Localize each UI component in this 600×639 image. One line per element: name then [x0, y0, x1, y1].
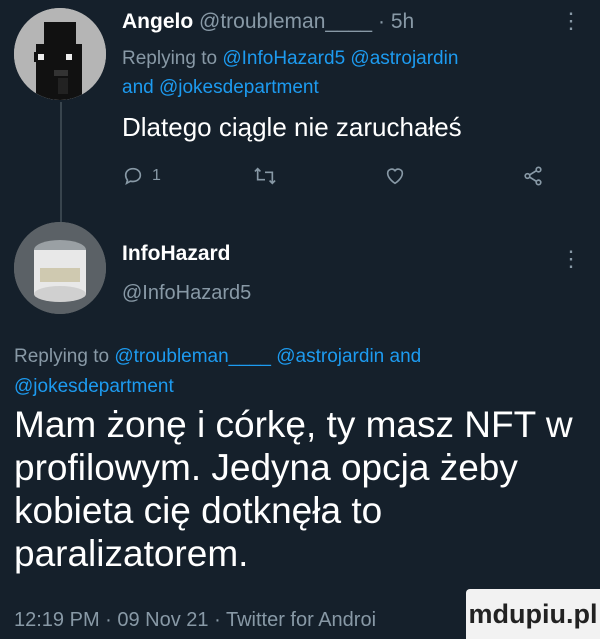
main-replying-to: Replying to @troubleman____ @astrojardin… [14, 342, 574, 402]
main-replying-mentions[interactable]: @troubleman____ @astrojardin [114, 346, 384, 367]
share-icon [524, 166, 542, 186]
reply-more-icon[interactable]: ⋮ [560, 8, 582, 34]
reply-replying-mentions[interactable]: @InfoHazard5 @astrojardin [222, 48, 458, 69]
reply-replying-last[interactable]: @jokesdepartment [159, 77, 319, 98]
share-button[interactable] [522, 165, 544, 187]
thread-connector-line [60, 102, 62, 222]
main-tweet-text: Mam żonę i córkę, ty masz NFT w profilow… [14, 404, 573, 574]
main-replying-last[interactable]: @jokesdepartment [14, 376, 174, 397]
reply-button[interactable]: 1 [122, 165, 161, 187]
retweet-button[interactable] [252, 165, 278, 187]
reply-tweet-text: Dlatego ciągle nie zaruchałeś [122, 112, 462, 142]
reply-icon [124, 167, 142, 186]
main-more-icon[interactable]: ⋮ [560, 246, 582, 272]
reply-replying-to: Replying to @InfoHazard5 @astrojardin an… [122, 44, 574, 102]
main-replying-and: and [389, 346, 422, 367]
main-display-name[interactable]: InfoHazard [122, 242, 231, 266]
angelo-avatar[interactable] [14, 8, 106, 100]
infohazard-avatar[interactable] [14, 222, 106, 314]
reply-time[interactable]: 5h [391, 10, 414, 33]
reply-count: 1 [152, 167, 161, 184]
reply-display-name[interactable]: Angelo [122, 10, 193, 33]
like-button[interactable] [384, 165, 406, 187]
main-handle[interactable]: @InfoHazard5 [122, 282, 251, 305]
reply-separator: · [377, 10, 385, 33]
reply-replying-and: and [122, 77, 154, 98]
reply-author-line: Angelo @troubleman____ · 5h [122, 10, 414, 34]
main-replying-prefix: Replying to [14, 346, 110, 367]
like-icon [386, 168, 404, 185]
reply-action-bar: 1 [122, 165, 562, 193]
retweet-icon [254, 167, 276, 185]
reply-replying-prefix: Replying to [122, 48, 218, 69]
main-tweet-meta: 12:19 PM · 09 Nov 21 · Twitter for Andro… [14, 609, 377, 631]
watermark-logo: mdupiu.pl [466, 589, 600, 639]
reply-handle[interactable]: @troubleman____ [199, 10, 372, 33]
